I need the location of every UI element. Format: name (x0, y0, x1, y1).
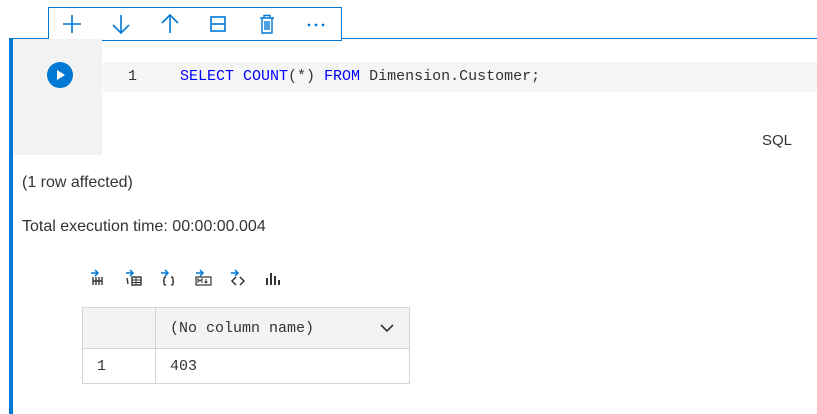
plus-icon[interactable] (57, 9, 87, 39)
rows-affected-message: (1 row affected) (22, 174, 133, 191)
run-cell-button[interactable] (47, 62, 73, 88)
row-header-corner[interactable] (82, 307, 156, 349)
play-icon (57, 70, 65, 80)
table-cell[interactable]: 403 (155, 348, 410, 384)
trash-icon[interactable] (252, 9, 282, 39)
column-header[interactable]: (No column name) (155, 307, 410, 349)
split-cell-icon[interactable] (203, 9, 233, 39)
execution-time-message: Total execution time: 00:00:00.004 (22, 218, 266, 235)
result-toolbar (86, 265, 296, 289)
save-as-xml-icon[interactable] (226, 265, 250, 289)
arrow-up-icon[interactable] (155, 9, 185, 39)
save-as-excel-icon[interactable] (121, 265, 145, 289)
code-text: Dimension.Customer; (360, 68, 541, 85)
cell-toolbar (48, 7, 342, 41)
cell-language-label[interactable]: SQL (762, 132, 792, 149)
save-as-csv-icon[interactable] (86, 265, 110, 289)
chart-icon[interactable] (261, 265, 285, 289)
chevron-down-icon[interactable] (379, 320, 395, 336)
grid-header-row: (No column name) (82, 307, 410, 349)
code-editor-line[interactable]: SELECT COUNT(*) FROM Dimension.Customer; (180, 68, 540, 85)
code-keyword: FROM (324, 68, 361, 85)
row-number-cell[interactable]: 1 (82, 348, 156, 384)
arrow-down-icon[interactable] (106, 9, 136, 39)
cell-gutter (13, 39, 102, 155)
result-grid: (No column name) 1 403 (82, 307, 410, 384)
column-header-label: (No column name) (170, 319, 315, 337)
table-row[interactable]: 1 403 (82, 348, 410, 384)
save-as-json-icon[interactable] (156, 265, 180, 289)
code-text: (*) (288, 68, 325, 85)
line-number: 1 (128, 68, 138, 85)
save-as-markdown-icon[interactable] (191, 265, 215, 289)
code-keyword: SELECT COUNT (180, 68, 289, 85)
more-icon[interactable] (301, 9, 331, 39)
